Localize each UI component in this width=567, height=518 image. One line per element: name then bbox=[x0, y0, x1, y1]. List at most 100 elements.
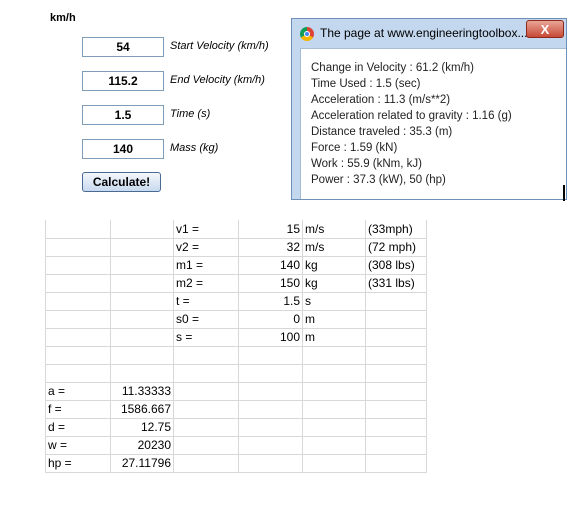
table-cell[interactable] bbox=[173, 381, 239, 401]
table-cell[interactable] bbox=[238, 453, 303, 473]
table-cell[interactable]: 20230 bbox=[110, 435, 174, 455]
start-velocity-input[interactable] bbox=[82, 37, 164, 57]
table-cell[interactable]: 12.75 bbox=[110, 417, 174, 437]
table-cell[interactable]: 11.33333 bbox=[110, 381, 174, 401]
table-cell[interactable]: f = bbox=[45, 399, 111, 419]
table-cell[interactable] bbox=[238, 399, 303, 419]
table-cell[interactable] bbox=[302, 453, 366, 473]
calculate-button[interactable]: Calculate! bbox=[82, 172, 161, 192]
table-cell[interactable] bbox=[302, 381, 366, 401]
table-cell[interactable]: m/s bbox=[302, 237, 366, 257]
table-cell[interactable] bbox=[365, 291, 427, 311]
table-cell[interactable] bbox=[238, 345, 303, 365]
table-cell[interactable] bbox=[110, 327, 174, 347]
table-cell[interactable] bbox=[110, 220, 174, 239]
table-cell[interactable]: 32 bbox=[238, 237, 303, 257]
table-cell[interactable] bbox=[110, 363, 174, 383]
table-cell[interactable]: v2 = bbox=[173, 237, 239, 257]
table-cell[interactable] bbox=[110, 345, 174, 365]
table-cell[interactable] bbox=[45, 220, 111, 239]
table-cell[interactable] bbox=[173, 417, 239, 437]
mass-input[interactable] bbox=[82, 139, 164, 159]
table-cell[interactable] bbox=[302, 363, 366, 383]
table-cell[interactable] bbox=[45, 309, 111, 329]
table-cell[interactable]: m bbox=[302, 327, 366, 347]
table-cell[interactable] bbox=[110, 273, 174, 293]
table-cell[interactable] bbox=[110, 255, 174, 275]
table-cell[interactable]: t = bbox=[173, 291, 239, 311]
table-cell[interactable] bbox=[173, 345, 239, 365]
dialog-titlebar[interactable]: The page at www.engineeringtoolbox.... X bbox=[292, 19, 566, 47]
table-cell[interactable] bbox=[302, 345, 366, 365]
table-cell[interactable] bbox=[45, 327, 111, 347]
table-cell[interactable] bbox=[302, 435, 366, 455]
table-cell[interactable] bbox=[365, 345, 427, 365]
time-input[interactable] bbox=[82, 105, 164, 125]
table-row: w = 20230 bbox=[45, 435, 427, 455]
table-cell[interactable]: w = bbox=[45, 435, 111, 455]
result-line-power: Power : 37.3 (kW), 50 (hp) bbox=[311, 174, 446, 186]
result-line-time: Time Used : 1.5 (sec) bbox=[311, 78, 421, 90]
table-cell[interactable] bbox=[45, 255, 111, 275]
table-cell[interactable] bbox=[365, 435, 427, 455]
table-cell[interactable] bbox=[238, 381, 303, 401]
end-velocity-label: End Velocity (km/h) bbox=[170, 74, 265, 86]
end-velocity-input[interactable] bbox=[82, 71, 164, 91]
table-cell[interactable]: m2 = bbox=[173, 273, 239, 293]
table-cell[interactable]: d = bbox=[45, 417, 111, 437]
table-cell[interactable]: hp = bbox=[45, 453, 111, 473]
table-cell[interactable]: s = bbox=[173, 327, 239, 347]
table-cell[interactable] bbox=[365, 381, 427, 401]
table-cell[interactable]: 100 bbox=[238, 327, 303, 347]
table-cell[interactable] bbox=[110, 309, 174, 329]
table-cell[interactable] bbox=[365, 363, 427, 383]
table-cell[interactable] bbox=[173, 363, 239, 383]
table-cell[interactable]: s0 = bbox=[173, 309, 239, 329]
table-cell[interactable]: s bbox=[302, 291, 366, 311]
table-cell[interactable] bbox=[238, 363, 303, 383]
table-cell[interactable]: (331 lbs) bbox=[365, 273, 427, 293]
table-cell[interactable] bbox=[173, 453, 239, 473]
table-cell[interactable]: (308 lbs) bbox=[365, 255, 427, 275]
table-cell[interactable] bbox=[238, 417, 303, 437]
table-cell[interactable] bbox=[45, 291, 111, 311]
table-cell[interactable] bbox=[365, 417, 427, 437]
table-cell[interactable]: 1.5 bbox=[238, 291, 303, 311]
table-cell[interactable]: a = bbox=[45, 381, 111, 401]
table-cell[interactable] bbox=[238, 435, 303, 455]
table-cell[interactable]: m bbox=[302, 309, 366, 329]
table-cell[interactable] bbox=[173, 399, 239, 419]
table-cell[interactable]: (72 mph) bbox=[365, 237, 427, 257]
table-cell[interactable]: 15 bbox=[238, 220, 303, 239]
table-cell[interactable]: m1 = bbox=[173, 255, 239, 275]
table-cell[interactable]: 27.11796 bbox=[110, 453, 174, 473]
table-cell[interactable]: 1586.667 bbox=[110, 399, 174, 419]
table-row: v1 = 15 m/s (33mph) bbox=[45, 220, 427, 239]
result-line-gravity: Acceleration related to gravity : 1.16 (… bbox=[311, 110, 512, 122]
table-cell[interactable] bbox=[45, 273, 111, 293]
table-cell[interactable] bbox=[365, 327, 427, 347]
table-cell[interactable]: 0 bbox=[238, 309, 303, 329]
table-cell[interactable] bbox=[365, 309, 427, 329]
table-cell[interactable]: v1 = bbox=[173, 220, 239, 239]
table-cell[interactable]: kg bbox=[302, 273, 366, 293]
table-cell[interactable] bbox=[45, 237, 111, 257]
table-cell[interactable]: (33mph) bbox=[365, 220, 427, 239]
table-cell[interactable] bbox=[45, 363, 111, 383]
table-cell[interactable] bbox=[365, 453, 427, 473]
table-cell[interactable]: kg bbox=[302, 255, 366, 275]
table-cell[interactable] bbox=[302, 417, 366, 437]
table-row: d = 12.75 bbox=[45, 417, 427, 437]
dialog-title: The page at www.engineeringtoolbox.... bbox=[320, 26, 530, 40]
close-button[interactable]: X bbox=[526, 20, 564, 38]
time-label: Time (s) bbox=[170, 108, 211, 120]
table-cell[interactable]: m/s bbox=[302, 220, 366, 239]
table-cell[interactable] bbox=[173, 435, 239, 455]
table-cell[interactable] bbox=[110, 237, 174, 257]
table-cell[interactable] bbox=[365, 399, 427, 419]
table-cell[interactable] bbox=[45, 345, 111, 365]
table-cell[interactable]: 140 bbox=[238, 255, 303, 275]
table-cell[interactable]: 150 bbox=[238, 273, 303, 293]
table-cell[interactable] bbox=[110, 291, 174, 311]
table-cell[interactable] bbox=[302, 399, 366, 419]
